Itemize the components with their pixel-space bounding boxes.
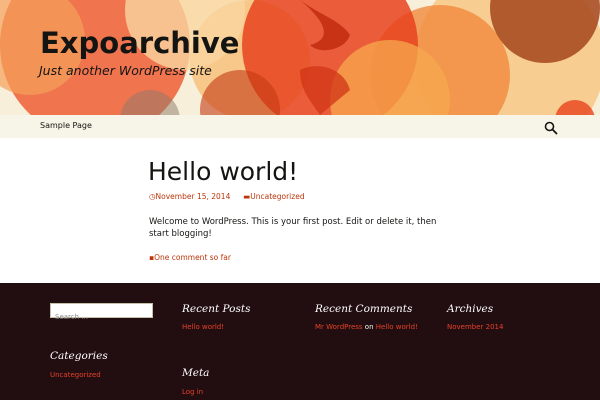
post-category[interactable]: Uncategorized <box>250 192 304 201</box>
login-link[interactable]: Log in <box>182 388 203 396</box>
site-header: Expoarchive Just another WordPress site <box>0 0 600 115</box>
categories-title: Categories <box>50 350 108 362</box>
post-content: Welcome to WordPress. This is your first… <box>149 217 437 239</box>
meta-title: Meta <box>182 367 210 379</box>
comment-on-text: on <box>364 323 374 331</box>
site-title[interactable]: Expoarchive <box>40 26 239 60</box>
footer-search-box[interactable] <box>50 303 153 324</box>
category-link[interactable]: Uncategorized <box>50 371 101 379</box>
comments-link[interactable]: ▪One comment so far <box>149 253 231 262</box>
recent-posts-title: Recent Posts <box>182 303 251 315</box>
site-description: Just another WordPress site <box>39 63 212 78</box>
footer-search-input[interactable] <box>51 310 152 324</box>
comments-link-label[interactable]: One comment so far <box>154 253 231 262</box>
post-date[interactable]: November 15, 2014 <box>156 192 231 201</box>
post-title[interactable]: Hello world! <box>148 157 298 186</box>
recent-comment-item: Mr WordPress on Hello world! <box>315 323 418 331</box>
post-meta: ◷November 15, 2014 ▬Uncategorized <box>149 192 305 201</box>
site-footer: Recent Posts Hello world! Recent Comment… <box>0 283 600 400</box>
archives-title: Archives <box>447 303 494 315</box>
main-navigation: Sample Page <box>0 115 600 138</box>
comment-author-link[interactable]: Mr WordPress <box>315 323 363 331</box>
recent-post-link[interactable]: Hello world! <box>182 323 224 331</box>
search-icon[interactable] <box>544 120 558 135</box>
archive-link[interactable]: November 2014 <box>447 323 503 331</box>
recent-comments-title: Recent Comments <box>315 303 413 315</box>
comment-post-link[interactable]: Hello world! <box>376 323 418 331</box>
nav-item-sample-page[interactable]: Sample Page <box>40 121 92 130</box>
